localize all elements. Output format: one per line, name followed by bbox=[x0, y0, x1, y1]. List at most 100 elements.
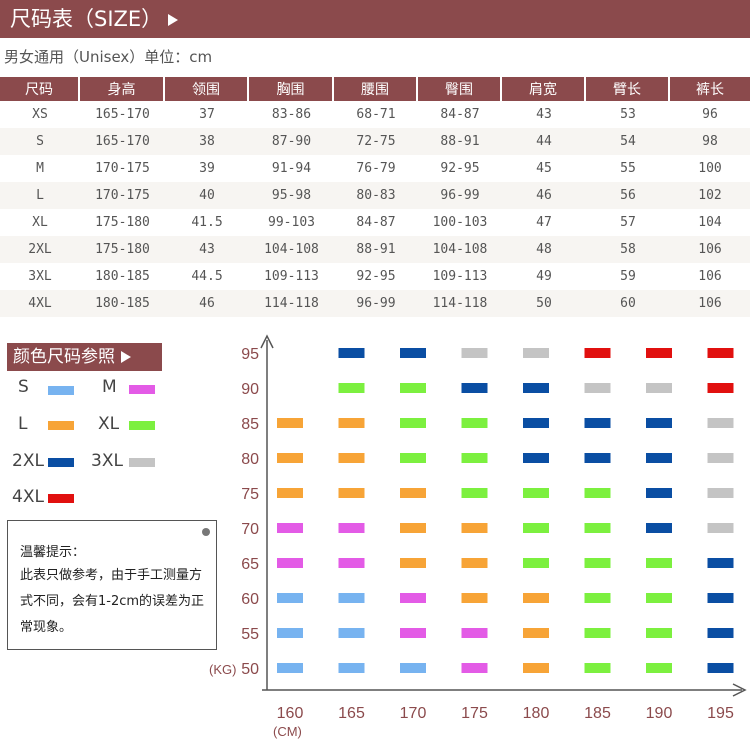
chart-cell-marker bbox=[461, 348, 488, 358]
chart-cell-marker bbox=[707, 593, 734, 603]
chart-cell-marker bbox=[523, 663, 549, 673]
chart-cell-marker bbox=[707, 523, 734, 533]
chart-cell-marker bbox=[461, 418, 488, 428]
chart-cell-marker bbox=[584, 488, 611, 498]
chart-cell-marker bbox=[584, 348, 611, 358]
legend-swatch bbox=[48, 386, 74, 395]
x-tick-label: 160 bbox=[277, 705, 304, 722]
chart-cell-marker bbox=[523, 593, 549, 603]
chart-cell-marker bbox=[584, 453, 611, 463]
y-tick-label: 95 bbox=[241, 346, 259, 363]
chart-cell-marker bbox=[646, 523, 672, 533]
chart-cell-marker bbox=[461, 488, 488, 498]
chart-cell-marker bbox=[523, 628, 549, 638]
legend-label: 3XL bbox=[91, 451, 123, 471]
chart-cell-marker bbox=[707, 628, 734, 638]
x-tick-label: 165 bbox=[338, 705, 365, 722]
chart-cell-marker bbox=[277, 663, 303, 673]
chart-cell-marker bbox=[584, 523, 611, 533]
chart-cell-marker bbox=[646, 453, 672, 463]
chart-cell-marker bbox=[277, 593, 303, 603]
y-axis-unit: (KG) bbox=[209, 662, 236, 677]
chart-cell-marker bbox=[338, 488, 365, 498]
chart-cell-marker bbox=[400, 523, 426, 533]
play-arrow-icon bbox=[121, 351, 131, 363]
chart-cell-marker bbox=[461, 453, 488, 463]
chart-cell-marker bbox=[277, 453, 303, 463]
y-tick-label: 90 bbox=[241, 381, 259, 398]
chart-cell-marker bbox=[523, 558, 549, 568]
legend-swatch bbox=[129, 421, 155, 430]
chart-cell-marker bbox=[646, 558, 672, 568]
chart-cell-marker bbox=[461, 558, 488, 568]
chart-cell-marker bbox=[707, 558, 734, 568]
chart-cell-marker bbox=[400, 418, 426, 428]
chart-cell-marker bbox=[338, 523, 365, 533]
chart-cell-marker bbox=[523, 453, 549, 463]
chart-cell-marker bbox=[338, 628, 365, 638]
x-tick-label: 180 bbox=[523, 705, 550, 722]
chart-cell-marker bbox=[707, 348, 734, 358]
legend-label: 2XL bbox=[12, 451, 44, 471]
y-tick-label: 65 bbox=[241, 556, 259, 573]
chart-cell-marker bbox=[646, 488, 672, 498]
chart-cell-marker bbox=[461, 523, 488, 533]
legend-label: M bbox=[102, 377, 117, 397]
x-tick-label: 190 bbox=[646, 705, 673, 722]
chart-cell-marker bbox=[707, 488, 734, 498]
legend-swatch bbox=[48, 421, 74, 430]
chart-cell-marker bbox=[646, 593, 672, 603]
y-tick-label: 75 bbox=[241, 486, 259, 503]
chart-cell-marker bbox=[461, 663, 488, 673]
chart-cell-marker bbox=[584, 418, 611, 428]
y-tick-label: 50 bbox=[241, 661, 259, 678]
chart-cell-marker bbox=[523, 383, 549, 393]
legend-label: XL bbox=[98, 414, 120, 434]
legend-swatch bbox=[48, 494, 74, 503]
chart-cell-marker bbox=[277, 523, 303, 533]
chart-cell-marker bbox=[584, 558, 611, 568]
x-tick-label: 170 bbox=[400, 705, 427, 722]
bullet-dot-icon bbox=[202, 528, 210, 536]
chart-cell-marker bbox=[646, 663, 672, 673]
y-tick-label: 60 bbox=[241, 591, 259, 608]
y-tick-label: 70 bbox=[241, 521, 259, 538]
chart-cell-marker bbox=[461, 628, 488, 638]
chart-cell-marker bbox=[584, 663, 611, 673]
chart-cell-marker bbox=[584, 593, 611, 603]
chart-cells bbox=[277, 348, 734, 673]
legend-swatch bbox=[129, 458, 155, 467]
chart-cell-marker bbox=[646, 383, 672, 393]
chart-cell-marker bbox=[523, 348, 549, 358]
legend-title: 颜色尺码参照 bbox=[7, 343, 162, 371]
chart-cell-marker bbox=[646, 348, 672, 358]
tip-box: 温馨提示： 此表只做参考，由于手工测量方式不同，会有1-2cm的误差为正常现象。 bbox=[7, 520, 217, 650]
chart-cell-marker bbox=[461, 383, 488, 393]
chart-cell-marker bbox=[400, 453, 426, 463]
legend-swatch bbox=[129, 385, 155, 394]
legend-label: L bbox=[18, 414, 28, 434]
tip-title: 温馨提示： bbox=[20, 545, 86, 560]
chart-cell-marker bbox=[277, 628, 303, 638]
chart-cell-marker bbox=[400, 383, 426, 393]
y-tick-label: 55 bbox=[241, 626, 259, 643]
chart-cell-marker bbox=[338, 348, 365, 358]
chart-cell-marker bbox=[707, 663, 734, 673]
chart-cell-marker bbox=[523, 488, 549, 498]
chart-cell-marker bbox=[707, 418, 734, 428]
chart-cell-marker bbox=[338, 593, 365, 603]
chart-cell-marker bbox=[338, 383, 365, 393]
chart-cell-marker bbox=[584, 628, 611, 638]
chart-cell-marker bbox=[400, 593, 426, 603]
chart-cell-marker bbox=[400, 663, 426, 673]
chart-cell-marker bbox=[400, 558, 426, 568]
chart-cell-marker bbox=[707, 383, 734, 393]
chart-cell-marker bbox=[338, 663, 365, 673]
y-tick-label: 85 bbox=[241, 416, 259, 433]
chart-cell-marker bbox=[646, 418, 672, 428]
chart-axes: 50 55 60 65 70 75 80 85 90 95 160 165 170 175 180 185 19… bbox=[209, 334, 747, 739]
x-axis-unit: (CM) bbox=[273, 724, 302, 739]
x-tick-label: 195 bbox=[707, 705, 734, 722]
chart-cell-marker bbox=[400, 488, 426, 498]
chart-cell-marker bbox=[400, 628, 426, 638]
